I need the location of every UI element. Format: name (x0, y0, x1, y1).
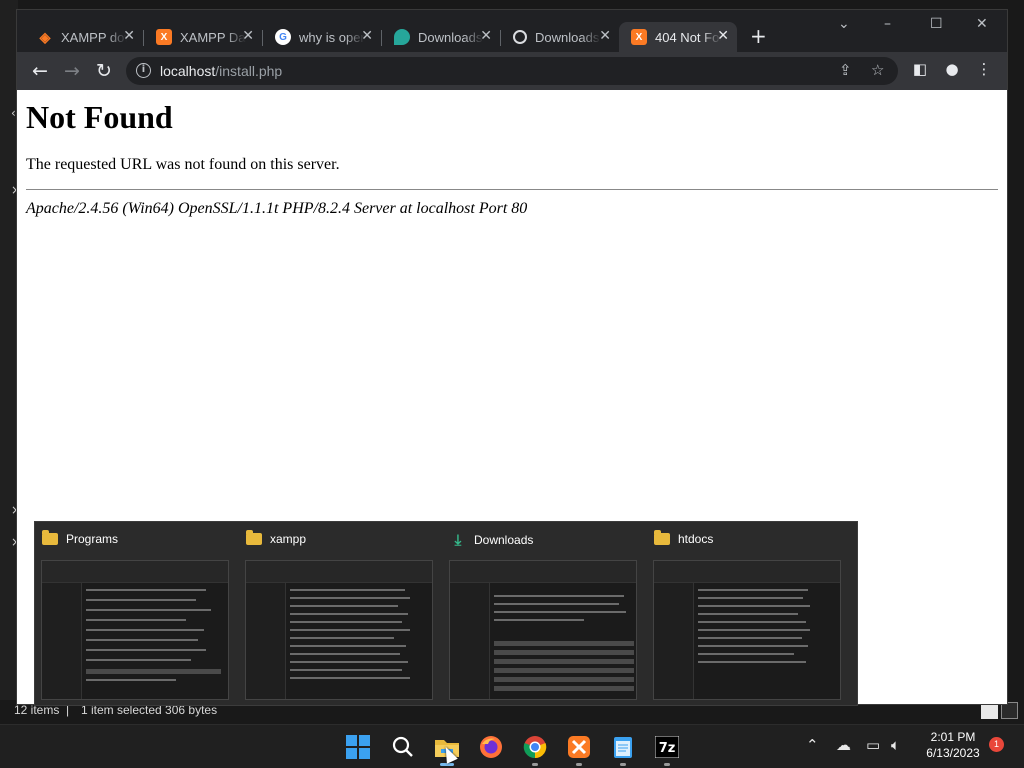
collapse-icon[interactable]: ‹ (11, 106, 16, 120)
google-icon: G (275, 29, 291, 45)
thumbnail-title: htdocs (678, 532, 714, 546)
thumbnail-title: Downloads (474, 533, 534, 547)
server-signature: Apache/2.4.56 (Win64) OpenSSL/1.1.1t PHP… (26, 200, 528, 217)
thumbnail-downloads[interactable]: ⤓ Downloads (443, 522, 643, 706)
chrome-button[interactable] (520, 732, 550, 766)
running-indicator (532, 763, 538, 766)
thumbnail-programs[interactable]: Programs (35, 522, 235, 706)
forward-arrow-icon[interactable]: → (60, 59, 84, 83)
back-arrow-icon[interactable]: ← (28, 59, 52, 83)
network-icon[interactable]: ▭ (866, 736, 880, 754)
maximize-icon[interactable]: ☐ (930, 16, 943, 32)
clock-date: 6/13/2023 (926, 746, 980, 760)
share-icon[interactable]: ⇪ (839, 61, 852, 79)
firefox-icon (480, 736, 502, 758)
close-tab-icon[interactable]: ✕ (242, 28, 254, 44)
tab-404-not-found[interactable]: X 404 Not Found ✕ (619, 22, 737, 52)
tab-search-icon[interactable]: ⌄ (838, 16, 850, 32)
folder-icon (654, 530, 670, 545)
chrome-icon (523, 736, 547, 759)
bookmark-star-icon[interactable]: ☆ (871, 61, 884, 79)
running-indicator (576, 763, 582, 766)
notepad-button[interactable] (608, 732, 638, 766)
minimize-icon[interactable]: – (884, 16, 891, 32)
start-button[interactable] (343, 732, 373, 762)
onedrive-icon[interactable]: ☁ (836, 736, 851, 754)
xampp-icon: X (156, 29, 172, 45)
download-icon: ⤓ (454, 531, 462, 549)
windows-logo-icon (346, 735, 370, 759)
search-icon (392, 736, 413, 757)
edge-icon (513, 30, 527, 44)
page-heading: Not Found (26, 99, 173, 135)
side-panel-icon[interactable]: ◧ (910, 60, 930, 80)
close-tab-icon[interactable]: ✕ (599, 28, 611, 44)
xampp-diamond-icon: ◈ (39, 28, 51, 45)
explorer-nav-strip: ‹ × × × (0, 0, 21, 724)
xampp-icon (568, 736, 590, 758)
thumbnail-title: xampp (270, 532, 307, 546)
xampp-icon: X (631, 29, 647, 45)
close-tab-icon[interactable]: ✕ (480, 28, 492, 44)
close-tab-icon[interactable]: ✕ (717, 28, 729, 44)
tab-xampp-dashboard[interactable]: X XAMPP Dashboard ✕ (144, 22, 263, 52)
folder-icon (246, 530, 262, 545)
running-indicator (664, 763, 670, 766)
browser-toolbar: ← → ↻ i localhost/install.php ⇪ ☆ ◧ ● ⋮ (17, 52, 1007, 90)
download-site-icon (394, 29, 410, 45)
menu-dots-icon[interactable]: ⋮ (974, 60, 994, 80)
7zip-icon: 7z (655, 736, 679, 758)
thumbnail-title: Programs (66, 532, 119, 546)
7zip-button[interactable]: 7z (652, 732, 682, 766)
tab-downloads-1[interactable]: Downloads ✕ (382, 22, 501, 52)
search-button[interactable] (388, 732, 418, 762)
url-text[interactable]: localhost/install.php (160, 63, 282, 79)
folder-icon (42, 530, 58, 545)
divider (26, 189, 998, 190)
xampp-button[interactable] (564, 732, 594, 766)
tiles-view-button[interactable] (1001, 702, 1018, 719)
running-indicator (620, 763, 626, 766)
tab-xampp-download[interactable]: ◈ XAMPP download ✕ (25, 22, 144, 52)
site-info-icon[interactable]: i (136, 63, 151, 78)
thumbnail-htdocs[interactable]: htdocs (647, 522, 847, 706)
details-view-button[interactable] (981, 702, 998, 719)
taskbar-thumbnail-preview: Programs xampp ⤓ Downloads htdocs (34, 521, 858, 706)
volume-icon[interactable]: 🔈︎ (891, 736, 900, 754)
new-tab-button[interactable]: + (750, 24, 767, 48)
tab-strip: ◈ XAMPP download ✕ X XAMPP Dashboard ✕ G… (17, 10, 1007, 52)
close-tab-icon[interactable]: ✕ (123, 28, 135, 44)
firefox-button[interactable] (476, 732, 506, 762)
reload-icon[interactable]: ↻ (92, 59, 116, 83)
svg-text:7z: 7z (659, 741, 676, 756)
clock-time: 2:01 PM (930, 730, 976, 744)
window-preview (41, 560, 229, 700)
window-preview (449, 560, 637, 700)
close-tab-icon[interactable]: ✕ (361, 28, 373, 44)
profile-icon[interactable]: ● (942, 60, 962, 80)
thumbnail-xampp[interactable]: xampp (239, 522, 439, 706)
error-message: The requested URL was not found on this … (26, 156, 340, 173)
chevron-up-icon[interactable]: ⌃ (806, 736, 819, 754)
close-window-icon[interactable]: ✕ (976, 16, 988, 32)
address-bar[interactable]: i localhost/install.php ⇪ ☆ (126, 57, 898, 85)
desktop: ‹ × × × 12 items | 1 item selected 306 b… (0, 0, 1024, 768)
window-preview (653, 560, 841, 700)
tab-downloads-2[interactable]: Downloads ✕ (501, 22, 619, 52)
notification-badge[interactable]: 1 (989, 737, 1004, 752)
notepad-icon (614, 737, 632, 758)
clock[interactable]: 2:01 PM 6/13/2023 (918, 729, 988, 761)
window-preview (245, 560, 433, 700)
taskbar: 7z ⌃ ☁ ▭ 🔈︎ 2:01 PM 6/13/2023 1 (0, 724, 1024, 768)
tab-google-search[interactable]: G why is openssl ✕ (263, 22, 382, 52)
